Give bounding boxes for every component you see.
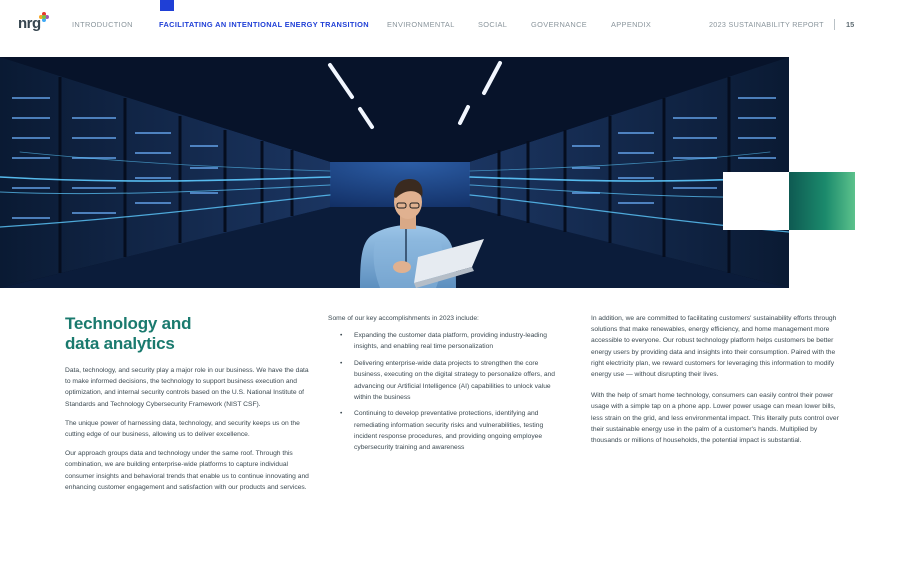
nav-environmental[interactable]: ENVIRONMENTAL: [387, 20, 455, 29]
nav-social[interactable]: SOCIAL: [478, 20, 507, 29]
active-section-marker: [160, 0, 174, 11]
logo-wordmark: nrg: [18, 15, 41, 32]
list-item-text: Continuing to develop preventative prote…: [354, 410, 544, 452]
title-line-1: Technology and: [65, 314, 192, 333]
divider: [834, 19, 835, 30]
nav-energy-transition[interactable]: FACILITATING AN INTENTIONAL ENERGY TRANS…: [159, 20, 369, 29]
accomplishments-intro: Some of our key accomplishments in 2023 …: [328, 315, 479, 322]
list-item: • Continuing to develop preventative prot…: [328, 408, 568, 453]
page-number: 15: [846, 20, 855, 29]
top-navigation-bar: nrg INTRODUCTION FACILITATING AN INTENTI…: [0, 0, 920, 56]
bullet-icon: •: [340, 332, 343, 340]
column-accomplishments: Some of our key accomplishments in 2023 …: [328, 313, 568, 459]
nrg-logo[interactable]: nrg: [18, 12, 52, 36]
paragraph: Our approach groups data and technology …: [65, 450, 309, 491]
list-item: • Delivering enterprise-wide data project…: [328, 358, 568, 403]
section-title: Technology and data analytics: [65, 314, 313, 354]
title-line-2: data analytics: [65, 334, 175, 353]
list-item-text: Delivering enterprise-wide data projects…: [354, 360, 555, 401]
data-center-illustration: [0, 57, 789, 288]
decorative-white-block: [723, 172, 789, 230]
nav-appendix[interactable]: APPENDIX: [611, 20, 651, 29]
paragraph: Data, technology, and security play a ma…: [65, 367, 309, 408]
list-item-text: Expanding the customer data platform, pr…: [354, 332, 547, 351]
accomplishments-list: • Expanding the customer data platform, p…: [328, 330, 568, 453]
paragraph: In addition, we are committed to facilit…: [591, 315, 837, 379]
nav-introduction[interactable]: INTRODUCTION: [72, 20, 133, 29]
paragraph: The unique power of harnessing data, tec…: [65, 419, 300, 439]
nav-governance[interactable]: GOVERNANCE: [531, 20, 587, 29]
paragraph: With the help of smart home technology, …: [591, 392, 839, 445]
bullet-icon: •: [340, 410, 343, 418]
decorative-green-block: [789, 172, 855, 230]
column-technology-intro: Technology and data analytics Data, tech…: [65, 313, 313, 501]
logo-dots-icon: [39, 12, 49, 22]
bullet-icon: •: [340, 360, 343, 368]
report-title: 2023 SUSTAINABILITY REPORT: [709, 20, 824, 29]
list-item: • Expanding the customer data platform, p…: [328, 330, 568, 352]
column-customer-sustainability: In addition, we are committed to facilit…: [591, 313, 839, 456]
hero-image-data-center: [0, 57, 789, 288]
